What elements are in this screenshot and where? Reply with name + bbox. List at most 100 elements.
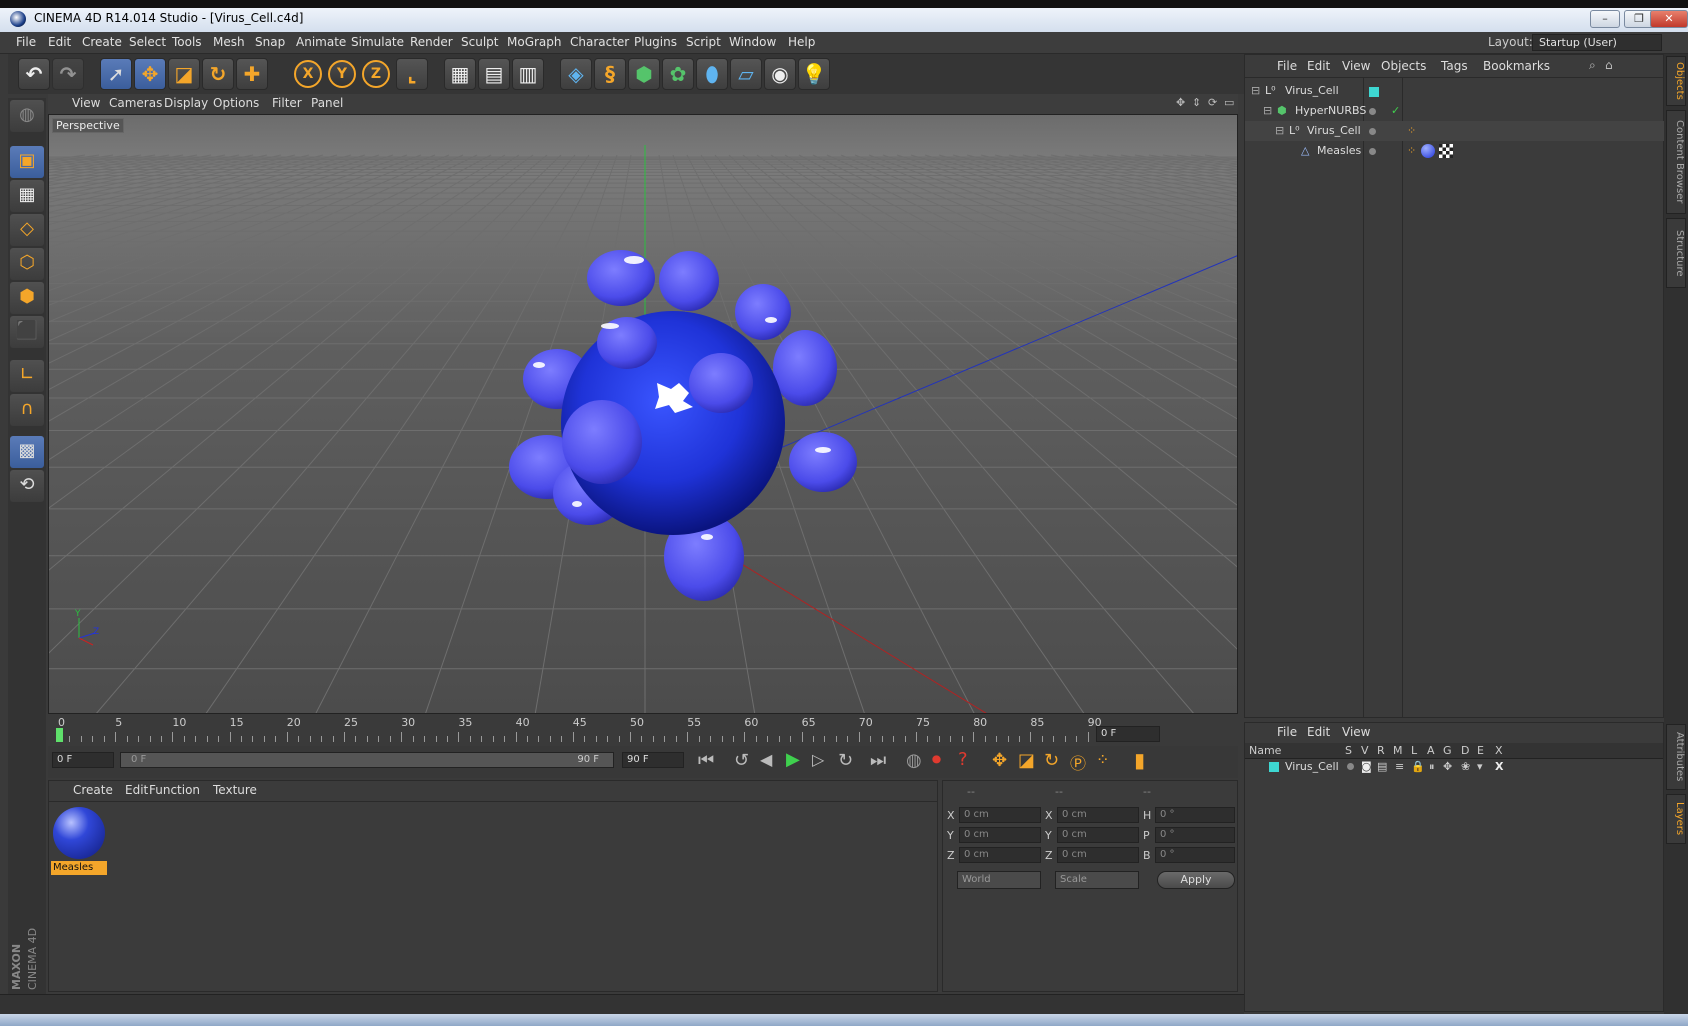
rotate-icon[interactable]: ↻: [202, 58, 234, 90]
scale-icon[interactable]: ◪: [168, 58, 200, 90]
menu-animate[interactable]: Animate: [296, 32, 346, 54]
vp-menu-cameras[interactable]: Cameras: [109, 96, 162, 110]
menu-simulate[interactable]: Simulate: [351, 32, 404, 54]
material-tag-icon[interactable]: [1421, 144, 1435, 158]
snap-magnet-icon[interactable]: ∩: [10, 394, 44, 426]
cube-object-icon[interactable]: ◈: [560, 58, 592, 90]
rot-b-field[interactable]: 0 °: [1155, 847, 1235, 863]
coord-system-select[interactable]: World: [957, 871, 1041, 889]
mat-menu-function[interactable]: Function: [149, 783, 200, 797]
timeline-window-icon[interactable]: ▮: [1134, 748, 1145, 772]
obj-menu-bookmarks[interactable]: Bookmarks: [1483, 59, 1550, 73]
motion-record-icon[interactable]: ◍: [906, 750, 922, 771]
texture-mode-icon[interactable]: ▦: [10, 180, 44, 212]
key-rotation-icon[interactable]: ↻: [1044, 750, 1059, 771]
layer-animation-icon[interactable]: ⏸: [1429, 759, 1435, 775]
obj-menu-view[interactable]: View: [1342, 59, 1370, 73]
rot-h-field[interactable]: 0 °: [1155, 807, 1235, 823]
workplane-lock-icon[interactable]: ▩: [10, 436, 44, 468]
mat-menu-texture[interactable]: Texture: [213, 783, 257, 797]
close-button[interactable]: ✕: [1650, 10, 1688, 28]
end-frame-field[interactable]: 90 F: [622, 752, 684, 768]
obj-menu-tags[interactable]: Tags: [1441, 59, 1468, 73]
size-y-field[interactable]: 0 cm: [1057, 827, 1139, 843]
x-axis-lock-icon[interactable]: X: [294, 60, 322, 88]
visibility-dot[interactable]: [1369, 108, 1376, 115]
next-frame-icon[interactable]: ▷: [812, 750, 824, 769]
menu-script[interactable]: Script: [686, 32, 721, 54]
key-pla-icon[interactable]: ⁘: [1096, 750, 1109, 769]
expand-icon[interactable]: ⊟: [1263, 101, 1272, 121]
floor-icon[interactable]: ▱: [730, 58, 762, 90]
size-mode-select[interactable]: Scale: [1055, 871, 1139, 889]
coordinate-system-icon[interactable]: ⌞: [396, 58, 428, 90]
layer-expressions-icon[interactable]: ▾: [1477, 759, 1483, 775]
z-axis-lock-icon[interactable]: Z: [362, 60, 390, 88]
record-active-icon[interactable]: ⏺: [932, 749, 941, 770]
enabled-check-icon[interactable]: ✓: [1391, 101, 1400, 121]
menu-select[interactable]: Select: [129, 32, 166, 54]
tree-row-hypernurbs[interactable]: ⊟ ⬢ HyperNURBS ✓: [1245, 101, 1665, 121]
menu-sculpt[interactable]: Sculpt: [461, 32, 498, 54]
mat-menu-create[interactable]: Create: [73, 783, 113, 797]
menu-character[interactable]: Character: [570, 32, 629, 54]
start-frame-field[interactable]: 0 F: [52, 752, 114, 768]
current-frame-field[interactable]: 0 F: [1096, 726, 1160, 742]
make-editable-icon[interactable]: ◍: [10, 100, 44, 132]
size-z-field[interactable]: 0 cm: [1057, 847, 1139, 863]
obj-search-icon[interactable]: ⌕: [1589, 58, 1596, 73]
auto-key-icon[interactable]: ?: [958, 749, 968, 770]
size-x-field[interactable]: 0 cm: [1057, 807, 1139, 823]
phong-tag-icon[interactable]: ⁘: [1407, 121, 1416, 141]
menu-render[interactable]: Render: [410, 32, 453, 54]
material-swatch[interactable]: Measles: [51, 805, 107, 879]
layer-visible-icon[interactable]: ◙: [1361, 759, 1372, 775]
go-to-end-icon[interactable]: ⏭: [870, 750, 886, 771]
tree-row-virus-cell-child[interactable]: ⊟ L⁰ Virus_Cell ⁘: [1245, 121, 1665, 141]
vp-maximize-icon[interactable]: ▭: [1224, 96, 1234, 109]
layer-solo-dot[interactable]: [1347, 763, 1354, 770]
perspective-viewport[interactable]: Perspective Y Z: [48, 114, 1238, 714]
array-icon[interactable]: ✿: [662, 58, 694, 90]
layer-generators-icon[interactable]: ✥: [1443, 759, 1452, 775]
tree-row-measles[interactable]: △ Measles ⁘: [1245, 141, 1665, 161]
render-picture-viewer-icon[interactable]: ▤: [478, 58, 510, 90]
mat-menu-edit[interactable]: Edit: [125, 783, 148, 797]
render-settings-icon[interactable]: ▥: [512, 58, 544, 90]
model-mode-icon[interactable]: ▣: [10, 146, 44, 178]
key-position-icon[interactable]: ✥: [992, 750, 1007, 771]
undo-icon[interactable]: ↶: [18, 58, 50, 90]
vp-menu-panel[interactable]: Panel: [311, 96, 343, 110]
timeline-ruler[interactable]: 0 5 10 15 20 25 30 35 40 45 50 55 60 65 70 75 80 85 90 0 F: [48, 716, 1238, 746]
render-view-icon[interactable]: ▦: [444, 58, 476, 90]
polygons-mode-icon[interactable]: ⬛: [10, 316, 44, 348]
menu-plugins[interactable]: Plugins: [634, 32, 677, 54]
playhead-marker[interactable]: [56, 728, 63, 742]
key-parameter-icon[interactable]: Ⓟ: [1070, 750, 1086, 774]
menu-create[interactable]: Create: [82, 32, 122, 54]
layer-manager-icon[interactable]: ≡: [1395, 759, 1404, 775]
menu-mesh[interactable]: Mesh: [213, 32, 245, 54]
minimize-button[interactable]: –: [1590, 10, 1620, 28]
workplane-icon[interactable]: ◇: [10, 214, 44, 246]
uvw-tag-icon[interactable]: [1439, 144, 1453, 158]
tree-row-virus-cell-root[interactable]: ⊟ L⁰ Virus_Cell: [1245, 81, 1665, 101]
menu-mograph[interactable]: MoGraph: [507, 32, 562, 54]
deformer-icon[interactable]: ⬮: [696, 58, 728, 90]
camera-icon[interactable]: ◉: [764, 58, 796, 90]
layer-menu-edit[interactable]: Edit: [1307, 725, 1330, 739]
vp-zoom-icon[interactable]: ⇕: [1192, 96, 1201, 109]
expand-icon[interactable]: ⊟: [1275, 121, 1284, 141]
pos-x-field[interactable]: 0 cm: [959, 807, 1041, 823]
go-to-start-icon[interactable]: ⏮: [698, 750, 714, 771]
frame-range-slider[interactable]: 0 F 90 F: [120, 752, 614, 768]
layer-xref-icon[interactable]: X: [1495, 759, 1503, 775]
vp-menu-filter[interactable]: Filter: [272, 96, 302, 110]
redo-icon[interactable]: ↷: [52, 58, 84, 90]
obj-home-icon[interactable]: ⌂: [1605, 58, 1613, 72]
visibility-dot[interactable]: [1369, 128, 1376, 135]
menu-tools[interactable]: Tools: [172, 32, 202, 54]
previous-key-icon[interactable]: ↺: [734, 750, 749, 771]
apply-button[interactable]: Apply: [1157, 871, 1235, 889]
y-axis-lock-icon[interactable]: Y: [328, 60, 356, 88]
